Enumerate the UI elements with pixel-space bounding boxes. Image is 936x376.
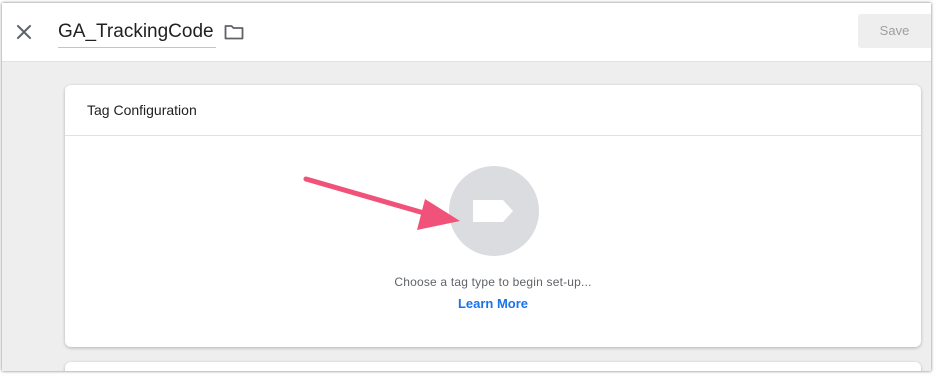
save-button[interactable]: Save xyxy=(858,14,931,48)
choose-tag-type-button[interactable] xyxy=(449,166,539,256)
tag-name-input[interactable]: GA_TrackingCode xyxy=(58,19,216,48)
close-icon[interactable] xyxy=(12,20,36,44)
card-title: Tag Configuration xyxy=(87,102,197,118)
setup-prompt: Choose a tag type to begin set-up... xyxy=(394,275,592,289)
triggering-card xyxy=(65,362,921,371)
learn-more-link[interactable]: Learn More xyxy=(65,296,921,311)
editor-header: GA_TrackingCode Save xyxy=(2,3,931,62)
folder-icon[interactable] xyxy=(224,24,244,40)
tag-icon xyxy=(473,200,513,222)
card-header: Tag Configuration xyxy=(65,85,921,136)
tag-editor-window: GA_TrackingCode Save Tag Configuration C… xyxy=(2,3,931,371)
tag-configuration-card: Tag Configuration Choose a tag type to b… xyxy=(65,85,921,347)
